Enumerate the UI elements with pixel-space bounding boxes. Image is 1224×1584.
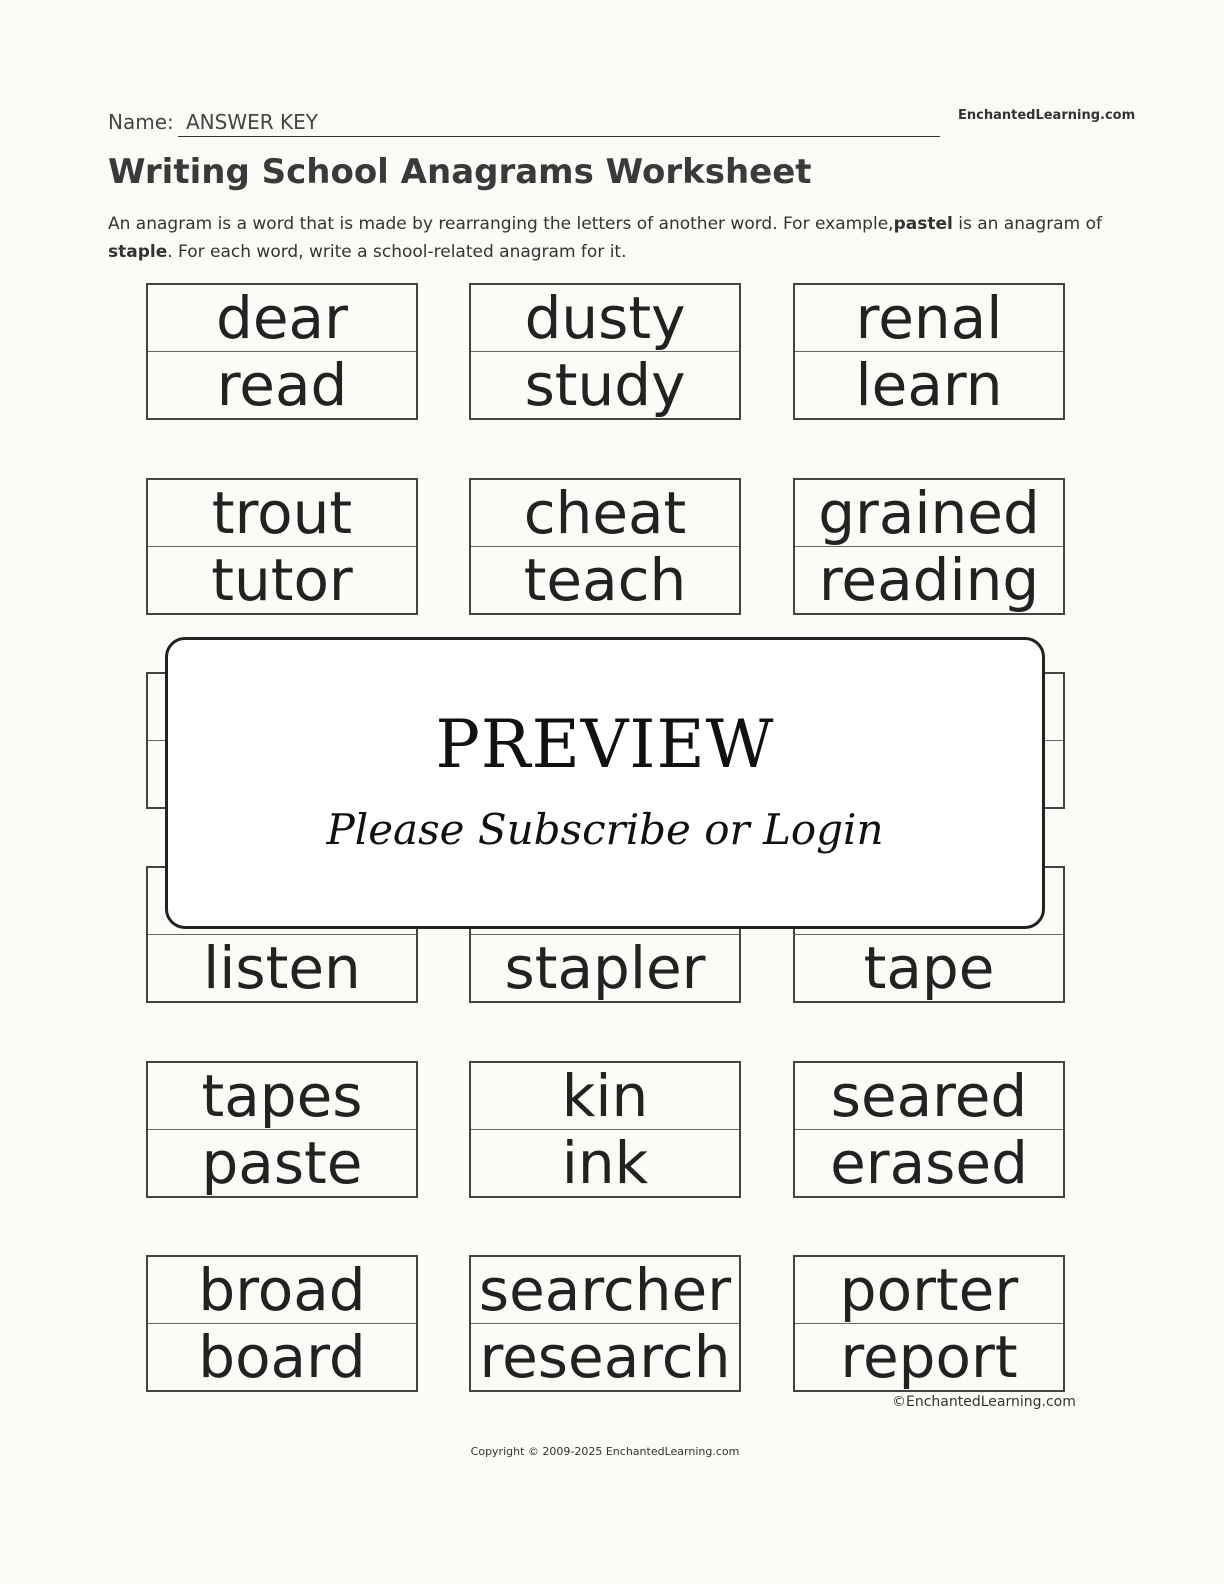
anagram-box: grained reading [793, 478, 1065, 615]
example-word: pastel [893, 214, 953, 234]
scrambled-word: dear [148, 285, 416, 352]
image-credit: ©EnchantedLearning.com [892, 1394, 1076, 1410]
scrambled-word: broad [148, 1257, 416, 1324]
worksheet-page: Name: ANSWER KEY EnchantedLearning.com W… [0, 0, 1224, 1584]
page-title: Writing School Anagrams Worksheet [108, 152, 812, 192]
intro-text: An anagram is a word that is made by rea… [108, 210, 1108, 266]
scrambled-word: dusty [471, 285, 739, 352]
anagram-box: dear read [146, 283, 418, 420]
scrambled-word: seared [795, 1063, 1063, 1130]
answer-word: erased [830, 1128, 1028, 1197]
answer-word: teach [523, 545, 687, 614]
anagram-box: porter report [793, 1255, 1065, 1392]
anagram-box: searcher research [469, 1255, 741, 1392]
scrambled-word: porter [795, 1257, 1063, 1324]
answer-word: board [198, 1322, 366, 1391]
answer-word: paste [201, 1128, 363, 1197]
intro-part: An anagram is a word that is made by rea… [108, 214, 894, 234]
anagram-box: trout tutor [146, 478, 418, 615]
anagram-box: kin ink [469, 1061, 741, 1198]
brand-link[interactable]: EnchantedLearning.com [958, 108, 1135, 123]
scrambled-word: cheat [471, 480, 739, 547]
anagram-box: dusty study [469, 283, 741, 420]
example-word: staple [108, 242, 168, 262]
scrambled-word: kin [471, 1063, 739, 1130]
answer-word: reading [818, 545, 1040, 614]
anagram-box: tapes paste [146, 1061, 418, 1198]
anagram-box: broad board [146, 1255, 418, 1392]
answer-word: learn [855, 350, 1003, 419]
answer-word: report [840, 1322, 1018, 1391]
scrambled-word: grained [795, 480, 1063, 547]
anagram-box: cheat teach [469, 478, 741, 615]
anagram-box: renal learn [793, 283, 1065, 420]
answer-word: read [216, 350, 348, 419]
scrambled-word: tapes [148, 1063, 416, 1130]
answer-word: listen [203, 933, 361, 1002]
copyright: Copyright © 2009-2025 EnchantedLearning.… [470, 1445, 740, 1458]
scrambled-word: searcher [471, 1257, 739, 1324]
name-label: Name: [108, 110, 174, 134]
scrambled-word: trout [148, 480, 416, 547]
intro-part: . For each word, write a school-related … [167, 242, 627, 262]
answer-word: research [479, 1322, 731, 1391]
answer-word: study [524, 350, 686, 419]
preview-overlay[interactable]: PREVIEW Please Subscribe or Login [165, 637, 1045, 929]
scrambled-word: renal [795, 285, 1063, 352]
preview-title: PREVIEW [435, 706, 775, 783]
name-field: ANSWER KEY [178, 110, 940, 137]
answer-word: tutor [211, 545, 353, 614]
answer-word: ink [561, 1128, 649, 1197]
answer-word: stapler [504, 933, 706, 1002]
subscribe-login-prompt[interactable]: Please Subscribe or Login [168, 805, 1042, 854]
answer-word: tape [863, 933, 995, 1002]
intro-part: is an anagram of [952, 214, 1102, 234]
anagram-box: seared erased [793, 1061, 1065, 1198]
